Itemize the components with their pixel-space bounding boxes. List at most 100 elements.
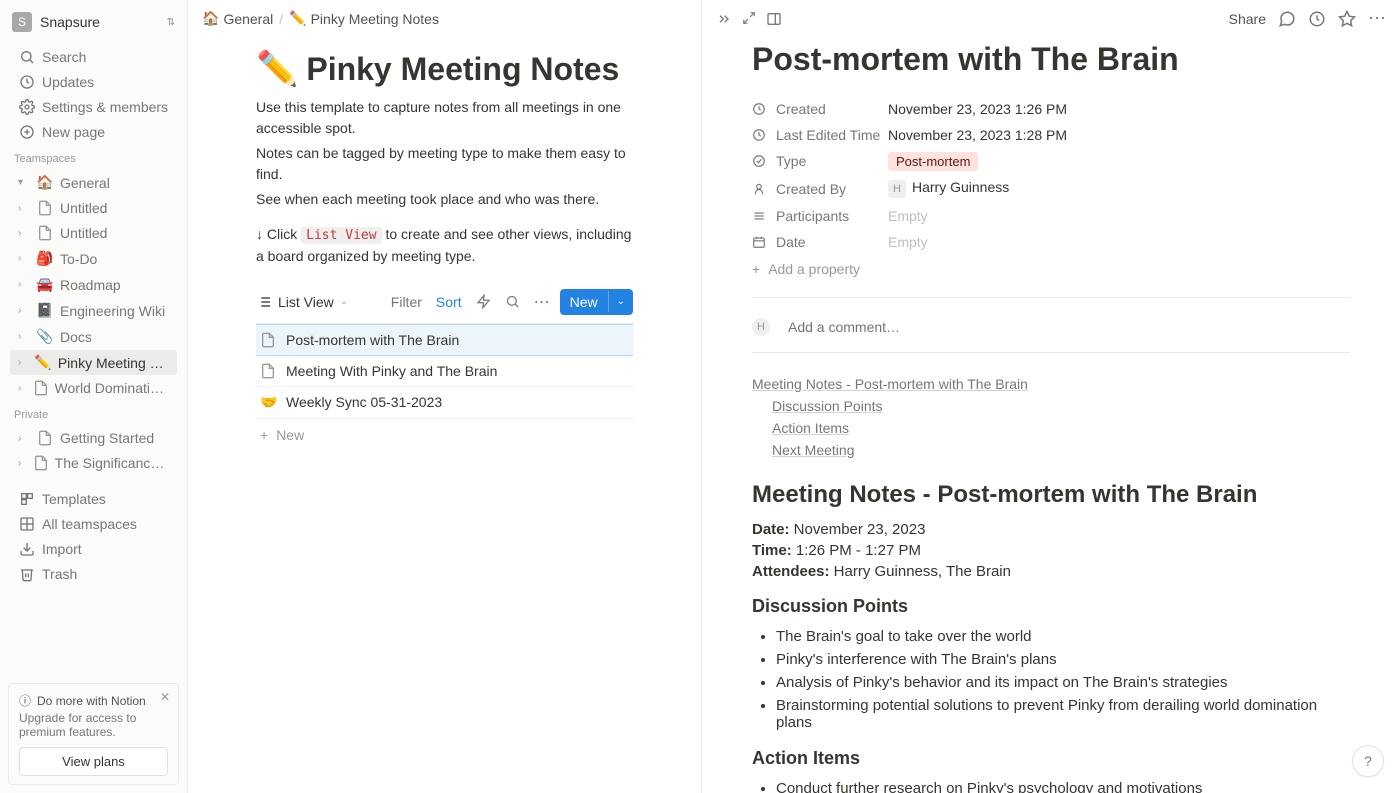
view-selector[interactable]: List View ⌄ <box>256 294 348 310</box>
close-icon[interactable]: ✕ <box>160 690 170 704</box>
section-heading[interactable]: Meeting Notes - Post-mortem with The Bra… <box>752 481 1350 509</box>
sidebar-page[interactable]: ›The Significance of Gui… <box>10 451 177 475</box>
prop-type[interactable]: Type Post-mortem <box>752 148 1350 174</box>
chevron-right-icon[interactable]: › <box>18 203 30 214</box>
chevron-right-icon[interactable]: › <box>18 331 30 342</box>
gear-icon <box>18 99 36 115</box>
chevron-right-icon[interactable]: › <box>18 357 28 368</box>
workspace-icon: S <box>12 12 32 32</box>
peek-mode-icon[interactable] <box>766 11 782 27</box>
list-add-new[interactable]: + New <box>256 419 633 451</box>
page-icon: ✏️ <box>34 354 51 371</box>
clock-icon[interactable] <box>1308 10 1326 28</box>
chevron-down-icon[interactable]: ▾ <box>18 177 30 188</box>
help-button[interactable]: ? <box>1352 745 1384 777</box>
page-description[interactable]: Use this template to capture notes from … <box>256 97 633 139</box>
grid-icon <box>18 516 36 532</box>
chevron-right-icon[interactable]: › <box>18 458 27 469</box>
filter-button[interactable]: Filter <box>387 294 426 310</box>
upgrade-banner: ✕ ⓘDo more with Notion Upgrade for acces… <box>8 683 179 785</box>
tag-pill[interactable]: Post-mortem <box>888 152 978 171</box>
sidebar-settings[interactable]: Settings & members <box>10 95 177 119</box>
bolt-icon[interactable] <box>472 294 495 309</box>
prop-date[interactable]: Date Empty <box>752 229 1350 255</box>
center-pane: 🏠 General / ✏️ Pinky Meeting Notes ✏️ Pi… <box>188 0 701 793</box>
prop-created[interactable]: Created November 23, 2023 1:26 PM <box>752 96 1350 122</box>
sidebar-item-label: To-Do <box>60 251 97 267</box>
bullet-item[interactable]: Pinky's interference with The Brain's pl… <box>776 648 1350 671</box>
sort-button[interactable]: Sort <box>432 294 466 310</box>
sidebar-page[interactable]: ›Getting Started <box>10 426 177 450</box>
sidebar-trash[interactable]: Trash <box>10 562 177 586</box>
toc-item[interactable]: Next Meeting <box>772 439 1350 461</box>
breadcrumb-page[interactable]: ✏️ Pinky Meeting Notes <box>289 10 439 27</box>
chevron-right-icon[interactable]: › <box>18 305 30 316</box>
meta-date[interactable]: Date: November 23, 2023 <box>752 519 1350 540</box>
share-button[interactable]: Share <box>1229 11 1266 27</box>
sidebar-page[interactable]: ›✏️Pinky Meeting Notes <box>10 350 177 375</box>
teamspaces-heading: Teamspaces <box>0 145 187 169</box>
more-icon[interactable]: ⋯ <box>530 292 554 312</box>
chevron-right-icon[interactable]: › <box>18 228 30 239</box>
chevron-right-icon[interactable]: › <box>18 383 27 394</box>
avatar: H <box>752 318 770 336</box>
new-button[interactable]: New ⌄ <box>560 289 633 315</box>
bullet-item[interactable]: Conduct further research on Pinky's psyc… <box>776 777 1350 793</box>
comment-row[interactable]: H <box>752 312 1350 353</box>
list-item[interactable]: Post-mortem with The Brain <box>256 324 633 356</box>
view-plans-button[interactable]: View plans <box>19 747 168 776</box>
chevron-right-icon[interactable]: › <box>18 433 30 444</box>
detail-title[interactable]: Post-mortem with The Brain <box>752 41 1350 78</box>
chevron-updown-icon: ⇅ <box>167 17 175 28</box>
chevron-down-icon[interactable]: ⌄ <box>608 291 633 312</box>
sidebar-page[interactable]: ›World Domination Sche… <box>10 376 177 400</box>
prop-createdby[interactable]: Created By HHarry Guinness <box>752 174 1350 203</box>
prop-edited[interactable]: Last Edited Time November 23, 2023 1:28 … <box>752 122 1350 148</box>
sidebar-page[interactable]: ›Untitled <box>10 196 177 220</box>
more-icon[interactable]: ⋯ <box>1368 8 1386 29</box>
sidebar-updates[interactable]: Updates <box>10 70 177 94</box>
toc-item[interactable]: Action Items <box>772 417 1350 439</box>
expand-icon[interactable] <box>742 11 756 27</box>
bullet-item[interactable]: Analysis of Pinky's behavior and its imp… <box>776 671 1350 694</box>
sidebar-templates[interactable]: Templates <box>10 487 177 511</box>
sidebar-page[interactable]: ›Untitled <box>10 221 177 245</box>
sidebar-all-teamspaces[interactable]: All teamspaces <box>10 512 177 536</box>
sidebar-page[interactable]: ›📓Engineering Wiki <box>10 298 177 323</box>
comment-icon[interactable] <box>1278 10 1296 28</box>
sidebar-import[interactable]: Import <box>10 537 177 561</box>
toc-item[interactable]: Discussion Points <box>772 395 1350 417</box>
toc-root[interactable]: Meeting Notes - Post-mortem with The Bra… <box>752 373 1350 395</box>
meta-attendees[interactable]: Attendees: Harry Guinness, The Brain <box>752 561 1350 582</box>
sidebar-page[interactable]: ›📎Docs <box>10 324 177 349</box>
page-description[interactable]: Notes can be tagged by meeting type to m… <box>256 143 633 185</box>
add-property-button[interactable]: +Add a property <box>752 255 1350 289</box>
sidebar-page[interactable]: ›🚘Roadmap <box>10 272 177 297</box>
section-heading[interactable]: Discussion Points <box>752 596 1350 617</box>
page-emoji[interactable]: ✏️ <box>256 49 298 89</box>
chevron-double-right-icon[interactable] <box>716 11 732 27</box>
add-property-label: Add a property <box>768 261 860 277</box>
page-title[interactable]: ✏️ Pinky Meeting Notes <box>256 49 633 89</box>
list-item[interactable]: Meeting With Pinky and The Brain <box>256 356 633 387</box>
comment-input[interactable] <box>788 319 1350 335</box>
prop-participants[interactable]: Participants Empty <box>752 203 1350 229</box>
sidebar-search[interactable]: Search <box>10 45 177 69</box>
section-heading[interactable]: Action Items <box>752 748 1350 769</box>
bullet-item[interactable]: Brainstorming potential solutions to pre… <box>776 694 1350 734</box>
teamspace-general[interactable]: ▾ 🏠 General <box>10 170 177 195</box>
breadcrumb-label: Pinky Meeting Notes <box>311 11 439 27</box>
search-icon[interactable] <box>501 294 524 309</box>
breadcrumb-root[interactable]: 🏠 General <box>202 10 273 27</box>
list-item[interactable]: 🤝Weekly Sync 05-31-2023 <box>256 387 633 419</box>
star-icon[interactable] <box>1338 10 1356 28</box>
chevron-right-icon[interactable]: › <box>18 253 30 264</box>
chevron-right-icon[interactable]: › <box>18 279 30 290</box>
workspace-switcher[interactable]: S Snapsure ⇅ <box>0 0 187 44</box>
sidebar-new-page[interactable]: New page <box>10 120 177 144</box>
meta-time[interactable]: Time: 1:26 PM - 1:27 PM <box>752 540 1350 561</box>
sidebar-page[interactable]: ›🎒To-Do <box>10 246 177 271</box>
bullet-item[interactable]: The Brain's goal to take over the world <box>776 625 1350 648</box>
page-description[interactable]: See when each meeting took place and who… <box>256 189 633 210</box>
sidebar: S Snapsure ⇅ Search Updates Settings & m… <box>0 0 188 793</box>
